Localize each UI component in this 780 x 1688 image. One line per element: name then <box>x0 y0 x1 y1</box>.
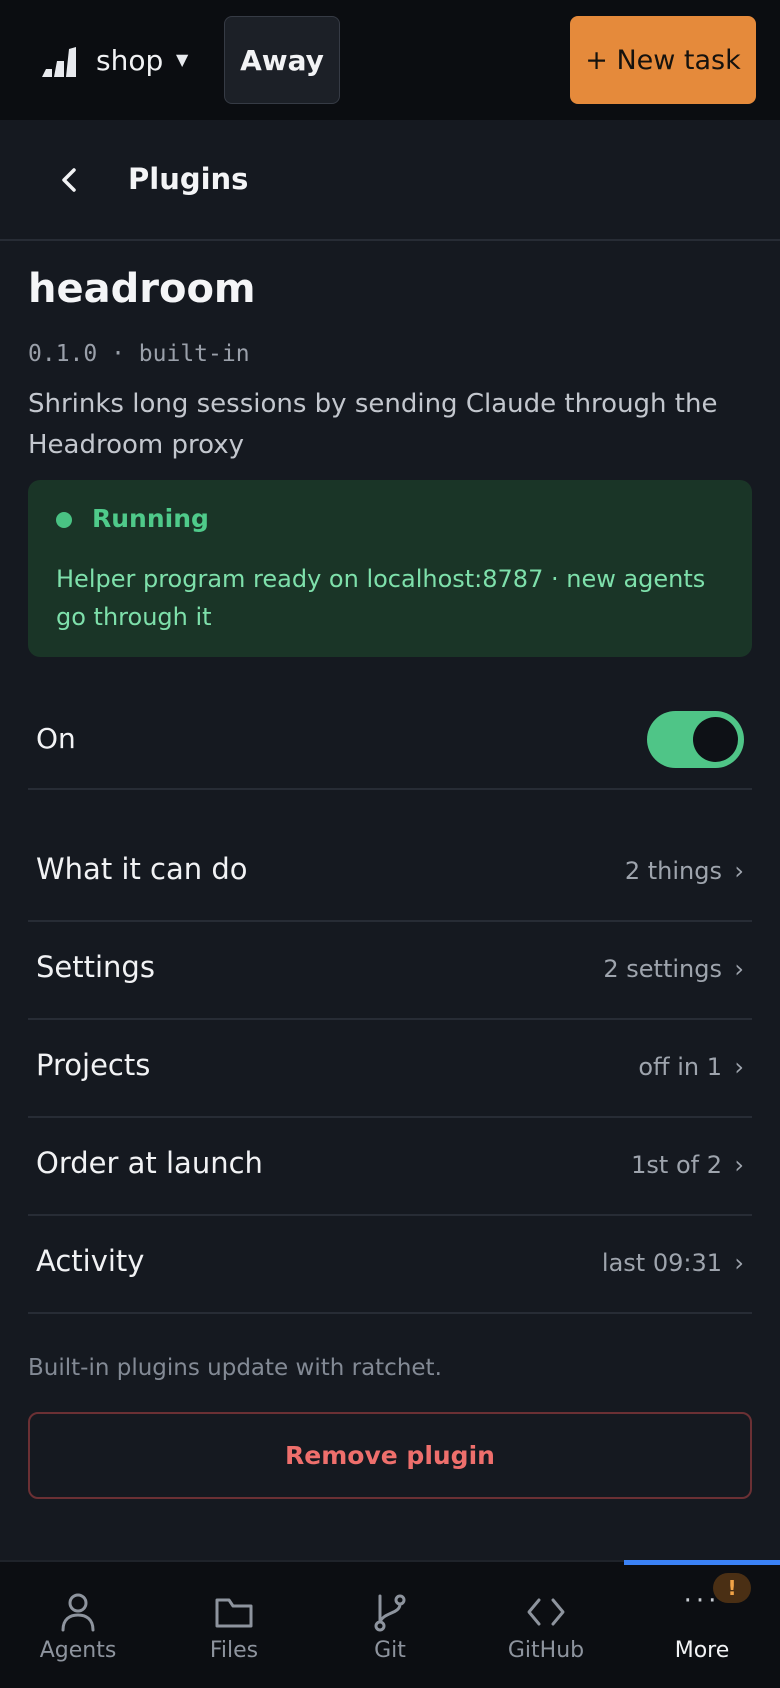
nav-label: Files <box>209 1638 259 1663</box>
new-task-button[interactable]: + New task <box>570 16 756 104</box>
menu-value: off in 1 <box>638 1053 722 1081</box>
enable-toggle-row <box>28 690 752 790</box>
nav-label: Agents <box>39 1638 117 1663</box>
status-label: Running <box>92 504 209 533</box>
nav-label: Git <box>374 1638 406 1663</box>
toggle-knob <box>693 717 738 762</box>
menu-value: last 09:31 <box>601 1249 722 1277</box>
active-tab-indicator <box>624 1560 780 1565</box>
status-dot-icon <box>56 512 72 528</box>
plugin-description: Shrinks long sessions by sending Claude … <box>28 389 718 460</box>
nav-item-files[interactable]: Files <box>156 1562 312 1688</box>
menu-label: Settings <box>36 950 155 984</box>
nav-item-github[interactable]: GitHub <box>468 1562 624 1688</box>
git-branch-icon <box>374 1594 406 1632</box>
menu-row-projects[interactable]: Projects off in 1 › <box>28 1020 752 1118</box>
chevron-right-icon: › <box>734 1053 744 1081</box>
nav-label: GitHub <box>507 1638 585 1663</box>
nav-item-git[interactable]: Git <box>312 1562 468 1688</box>
project-name[interactable]: shop <box>96 44 163 78</box>
menu-row-order[interactable]: Order at launch 1st of 2 › <box>28 1118 752 1216</box>
folder-icon <box>215 1598 253 1628</box>
top-bar: shop ▼ Away + New task <box>0 0 780 120</box>
nav-item-agents[interactable]: Agents <box>0 1562 156 1688</box>
status-detail: Helper program ready on localhost:8787 ·… <box>56 565 706 631</box>
chevron-right-icon: › <box>734 1249 744 1277</box>
chevron-right-icon: › <box>734 857 744 885</box>
menu-label: Order at launch <box>36 1146 263 1180</box>
plugin-name: headroom <box>28 266 256 312</box>
signal-bars-logo-icon[interactable] <box>40 45 78 77</box>
menu-row-capabilities[interactable]: What it can do 2 things › <box>28 824 752 922</box>
toggle-label: On <box>36 722 76 755</box>
chevron-right-icon: › <box>734 1151 744 1179</box>
menu-value: 1st of 2 <box>631 1151 722 1179</box>
more-dots-icon: ··· <box>683 1586 721 1616</box>
person-icon <box>61 1593 95 1632</box>
footnote: Built-in plugins update with ratchet. <box>28 1355 442 1381</box>
nav-label: More <box>674 1638 730 1663</box>
menu-value: 2 things <box>624 857 722 885</box>
menu-value: 2 settings <box>603 955 722 983</box>
chevron-right-icon: › <box>734 955 744 983</box>
enable-toggle[interactable] <box>647 711 744 768</box>
bottom-nav: Agents Files Git GitHub ··· More <box>0 1560 780 1688</box>
alert-badge: ! <box>713 1573 751 1603</box>
menu-row-activity[interactable]: Activity last 09:31 › <box>28 1216 752 1314</box>
nav-item-more[interactable]: ··· More <box>624 1562 780 1688</box>
menu-row-settings[interactable]: Settings 2 settings › <box>28 922 752 1020</box>
page-title: Plugins <box>128 162 249 196</box>
remove-plugin-button[interactable]: Remove plugin <box>28 1412 752 1499</box>
menu-label: What it can do <box>36 852 248 886</box>
away-button[interactable]: Away <box>224 16 340 104</box>
plugin-version: 0.1.0 · built-in <box>28 341 250 367</box>
menu-label: Projects <box>36 1048 151 1082</box>
chevron-down-icon[interactable]: ▼ <box>176 50 188 69</box>
menu-label: Activity <box>36 1244 145 1278</box>
code-brackets-icon <box>527 1598 565 1626</box>
page-header <box>0 120 780 241</box>
back-chevron-icon[interactable] <box>56 160 80 200</box>
